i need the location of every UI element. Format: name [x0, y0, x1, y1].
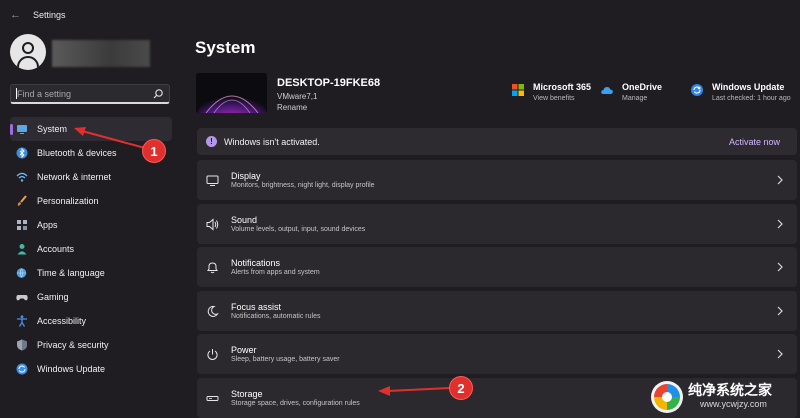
sidebar-item-label: Gaming	[37, 292, 69, 302]
settings-card-focus-assist[interactable]: Focus assist Notifications, automatic ru…	[197, 290, 797, 331]
sidebar-item-windows-update[interactable]: Windows Update	[10, 357, 172, 381]
globe-clock-icon	[16, 268, 27, 278]
search-box[interactable]	[10, 84, 170, 104]
setting-subtitle: Alerts from apps and system	[231, 269, 320, 276]
rename-link[interactable]: Rename	[277, 103, 307, 112]
quick-link-subtitle: Manage	[622, 95, 648, 102]
sidebar-item-label: Network & internet	[37, 172, 112, 182]
sidebar-item-time-language[interactable]: Time & language	[10, 261, 172, 285]
brush-icon	[17, 195, 27, 206]
sidebar-item-label: Privacy & security	[37, 340, 109, 350]
person-icon	[17, 244, 27, 255]
onedrive-cloud-icon	[601, 87, 613, 94]
avatar-head-icon	[22, 42, 34, 54]
sidebar-item-network[interactable]: Network & internet	[10, 165, 172, 189]
quick-link-title: OneDrive	[622, 82, 663, 92]
search-icon[interactable]	[152, 88, 164, 100]
setting-title: Sound	[231, 214, 258, 225]
site-watermark: 纯净系统之家 www.ycwjzy.com	[650, 378, 798, 416]
sidebar-item-personalization[interactable]: Personalization	[10, 189, 172, 213]
power-icon	[207, 349, 218, 360]
update-icon	[16, 363, 28, 375]
watermark-logo-icon	[651, 381, 683, 413]
avatar[interactable]	[10, 34, 46, 70]
setting-title: Storage	[231, 388, 263, 399]
chevron-right-icon	[777, 175, 783, 185]
step-callout-2: 2	[449, 376, 473, 400]
bell-icon	[207, 262, 218, 274]
setting-title: Power	[231, 345, 257, 355]
sidebar-item-accessibility[interactable]: Accessibility	[10, 309, 172, 333]
avatar-body-icon	[17, 56, 39, 70]
speaker-icon	[206, 217, 219, 231]
wifi-icon	[16, 172, 28, 182]
active-indicator	[10, 124, 13, 135]
sidebar-item-gaming[interactable]: Gaming	[10, 285, 172, 309]
sidebar-item-label: Accessibility	[37, 316, 87, 326]
sidebar-item-label: Bluetooth & devices	[37, 148, 117, 158]
sidebar-item-accounts[interactable]: Accounts	[10, 237, 172, 261]
chevron-right-icon	[777, 219, 783, 228]
sidebar-item-label: Windows Update	[37, 364, 106, 374]
gamepad-icon	[16, 295, 28, 301]
watermark-text: 纯净系统之家	[688, 382, 772, 398]
device-model: VMware7,1	[277, 92, 318, 101]
watermark-url: www.ycwjzy.com	[700, 399, 767, 409]
storage-drive-icon	[206, 395, 219, 401]
info-icon: !	[206, 136, 217, 147]
profile-name-redacted	[52, 40, 150, 67]
text-caret	[16, 88, 17, 99]
window-title: Settings	[33, 10, 66, 20]
display-icon	[17, 125, 27, 134]
sidebar-item-privacy[interactable]: Privacy & security	[10, 333, 172, 357]
setting-subtitle: Notifications, automatic rules	[231, 312, 321, 320]
bluetooth-icon	[16, 147, 28, 159]
setting-subtitle: Monitors, brightness, night light, displ…	[231, 182, 375, 189]
windows-update-icon	[691, 84, 703, 96]
setting-subtitle: Sleep, battery usage, battery saver	[231, 356, 340, 363]
quick-link-title: Microsoft 365	[533, 82, 592, 92]
quick-link-subtitle: Last checked: 1 hour ago	[712, 95, 791, 102]
search-input[interactable]	[17, 87, 152, 101]
setting-subtitle: Volume levels, output, input, sound devi…	[231, 225, 366, 233]
setting-subtitle: Storage space, drives, configuration rul…	[231, 399, 360, 407]
device-name: DESKTOP-19FKE68	[277, 77, 381, 89]
sidebar-item-label: Personalization	[37, 196, 99, 206]
step-callout-1: 1	[142, 139, 166, 163]
sidebar-item-apps[interactable]: Apps	[10, 213, 172, 237]
chevron-right-icon	[777, 262, 783, 272]
title-bar: ← Settings	[0, 0, 800, 30]
moon-icon	[207, 305, 219, 317]
activate-now-link[interactable]: Activate now	[729, 137, 780, 147]
monitor-icon	[206, 175, 219, 186]
settings-card-display[interactable]: Display Monitors, brightness, night ligh…	[197, 160, 797, 200]
setting-title: Focus assist	[231, 301, 282, 312]
setting-title: Notifications	[231, 258, 281, 268]
settings-card-power[interactable]: Power Sleep, battery usage, battery save…	[197, 334, 797, 374]
settings-card-sound[interactable]: Sound Volume levels, output, input, soun…	[197, 203, 797, 244]
sidebar-item-label: System	[37, 124, 68, 134]
setting-title: Display	[231, 171, 261, 181]
shield-icon	[17, 339, 27, 351]
chevron-right-icon	[777, 306, 783, 315]
back-arrow-icon[interactable]: ←	[10, 9, 21, 21]
activation-banner: ! Windows isn't activated. Activate now	[197, 128, 797, 155]
quick-link-title: Windows Update	[712, 82, 785, 92]
chevron-right-icon	[777, 349, 783, 359]
sidebar-item-label: Apps	[37, 220, 58, 230]
sidebar-item-label: Accounts	[37, 244, 75, 254]
settings-card-notifications[interactable]: Notifications Alerts from apps and syste…	[197, 247, 797, 287]
quick-link-subtitle: View benefits	[533, 95, 575, 102]
microsoft-logo-icon	[512, 84, 524, 96]
accessibility-icon	[17, 315, 27, 327]
sidebar-item-system[interactable]: System	[10, 117, 172, 141]
sidebar-item-label: Time & language	[37, 268, 105, 278]
bloom-wallpaper-icon	[196, 73, 267, 113]
activation-message: Windows isn't activated.	[224, 137, 320, 147]
page-title: System	[195, 38, 256, 57]
apps-icon	[17, 220, 27, 230]
device-wallpaper-thumbnail	[196, 73, 267, 113]
